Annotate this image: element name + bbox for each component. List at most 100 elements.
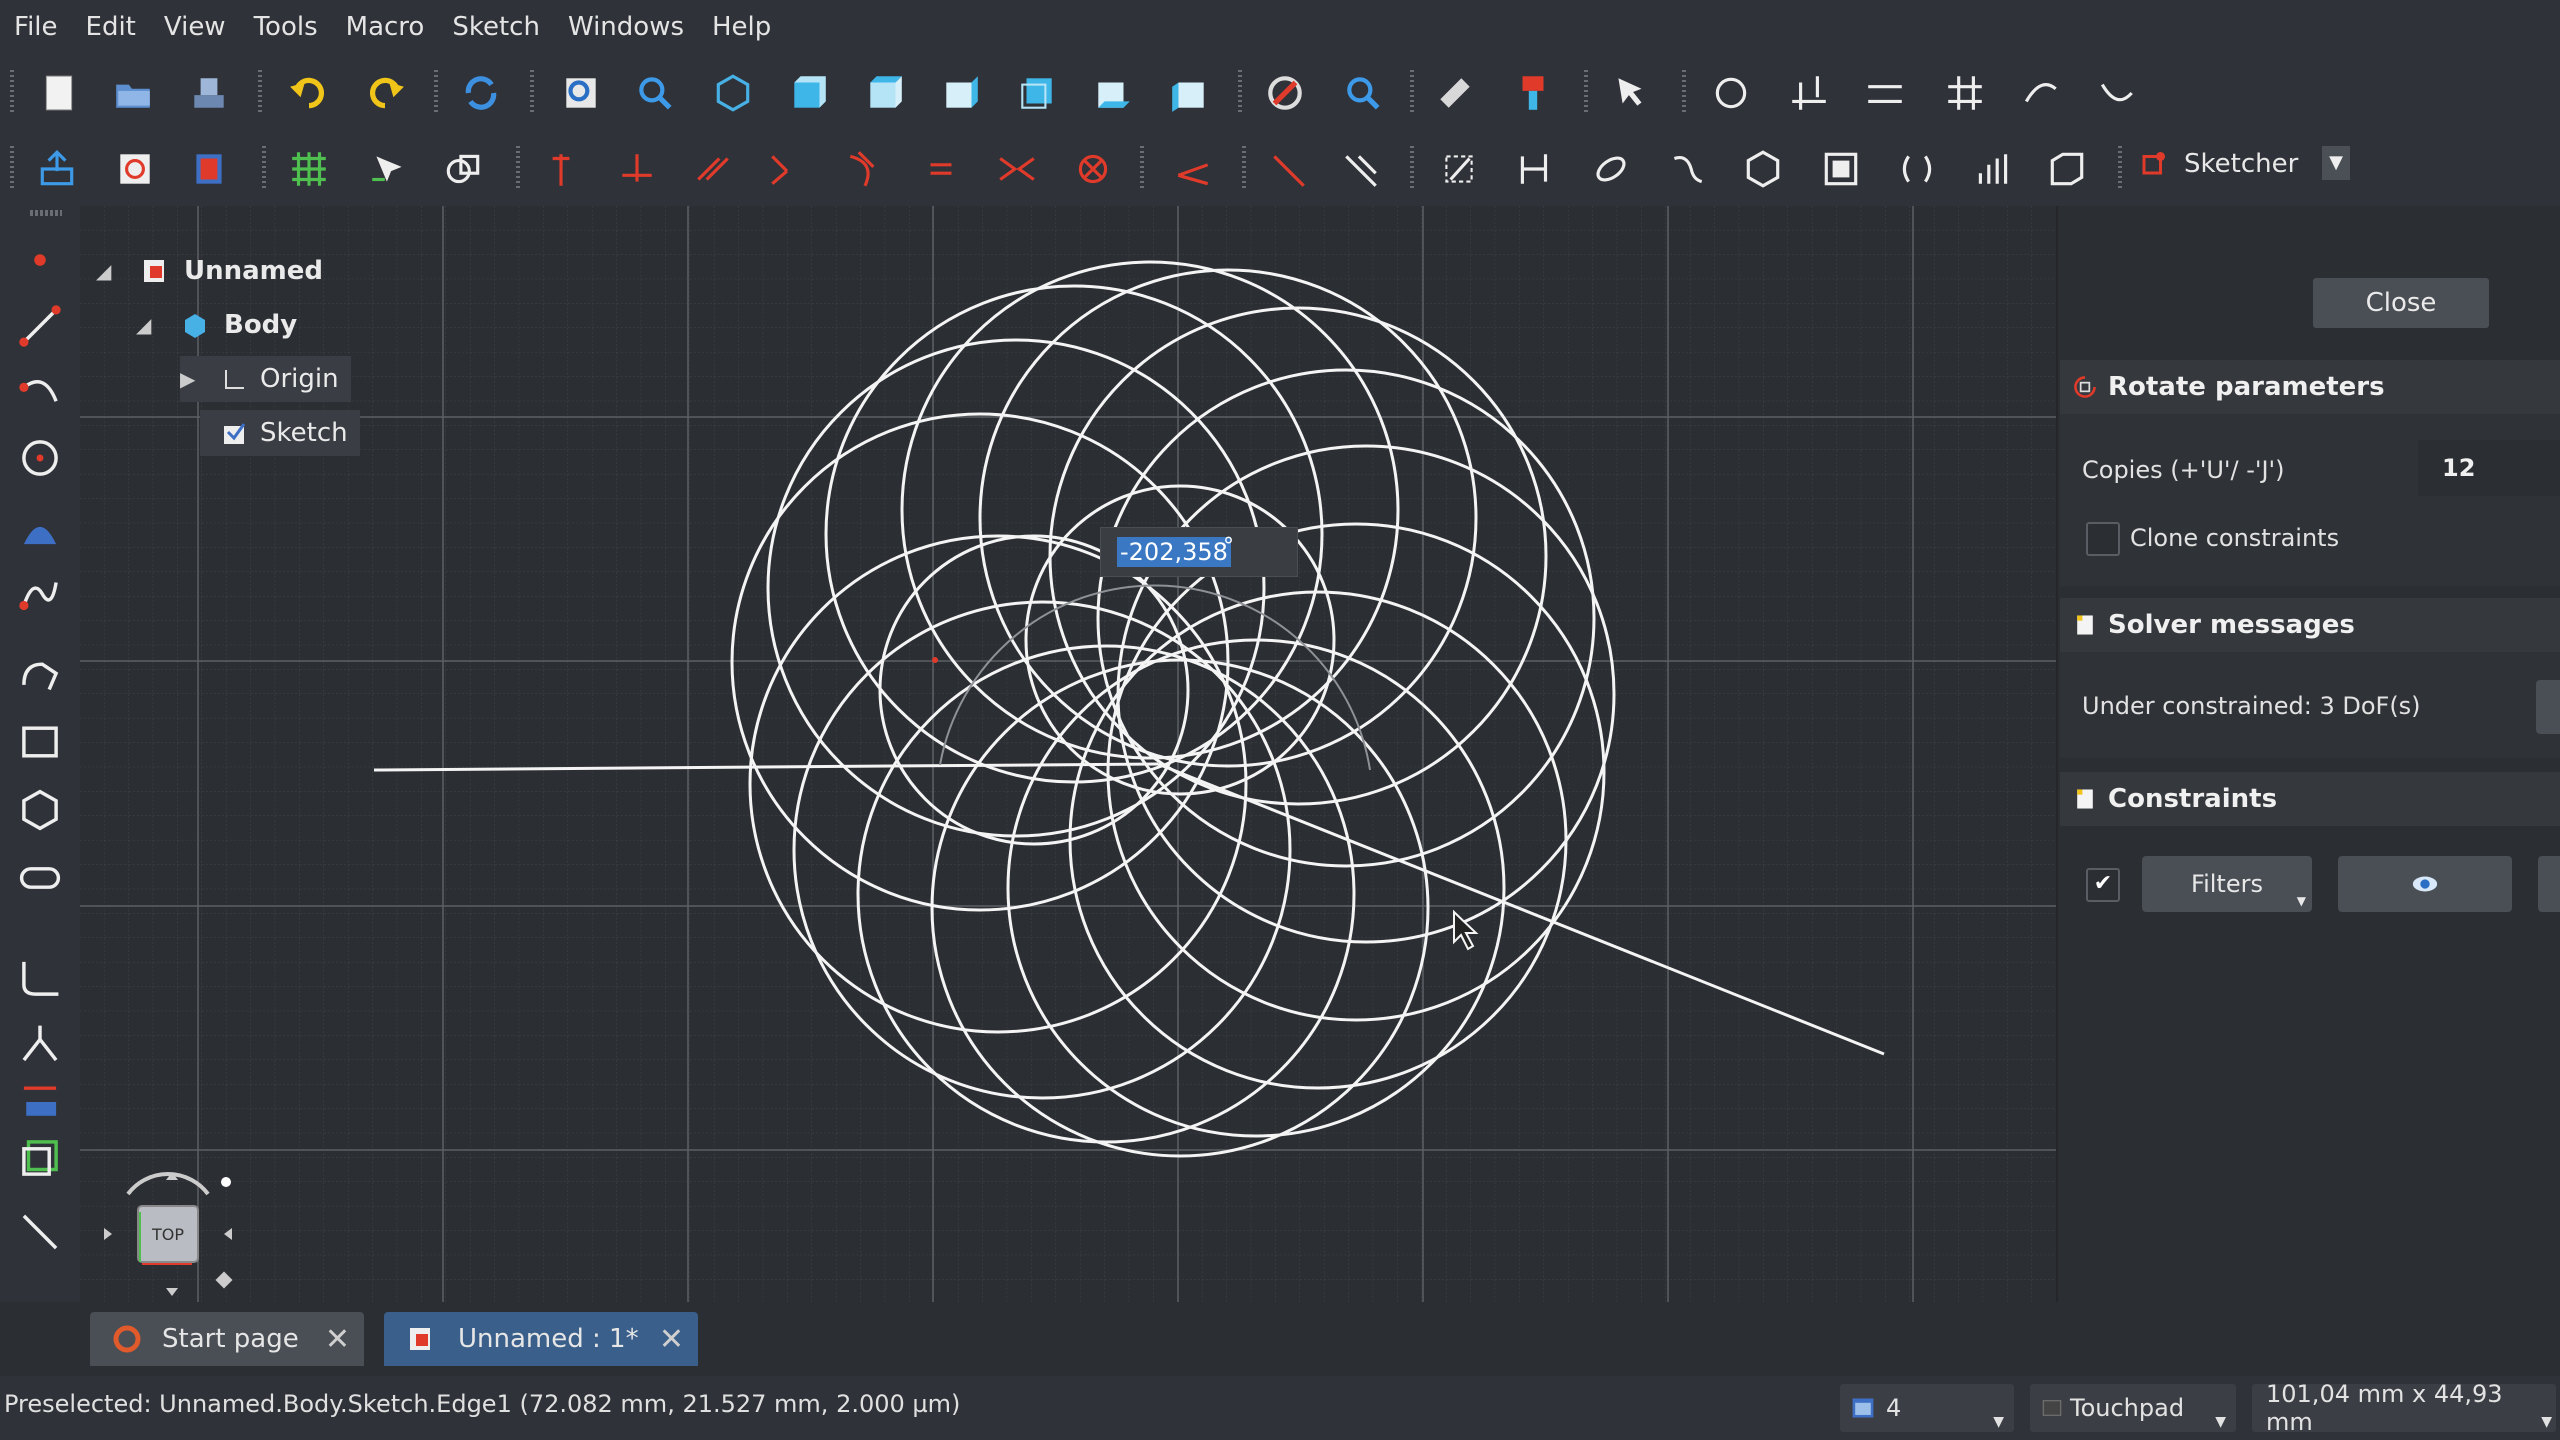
new-file-icon[interactable] [32,66,86,120]
tree-item-body[interactable]: ◢ Body [136,302,297,348]
constrain-angle-icon[interactable] [1166,142,1220,196]
polyline-icon[interactable] [14,652,66,704]
clone-icon[interactable] [1890,142,1944,196]
menu-sketch[interactable]: Sketch [438,0,554,54]
leave-sketch-icon[interactable] [30,142,84,196]
clone-constraints-checkbox[interactable] [2086,522,2120,556]
refresh-icon[interactable] [454,66,508,120]
constrain-radius-icon[interactable] [2014,66,2068,120]
toolbar-grip[interactable] [2118,146,2122,190]
toggle-driving-icon[interactable] [1334,142,1388,196]
toolbar-grip[interactable] [434,70,438,114]
bottom-view-icon[interactable] [1086,66,1140,120]
bounding-box-icon[interactable] [1336,66,1390,120]
copies-field[interactable]: 12 [2418,440,2560,496]
block-icon[interactable] [1066,142,1120,196]
view-section-icon[interactable] [182,142,236,196]
line-icon[interactable] [14,300,66,352]
collapse-arrow-icon[interactable]: ◢ [136,313,156,337]
solver-settings-button[interactable] [2536,680,2560,734]
dimension-display[interactable]: 101,04 mm x 44,93 mm ▼ [2252,1380,2556,1436]
close-icon[interactable]: ✕ [325,1322,350,1357]
toolbar-grip[interactable] [1238,70,1242,114]
toolbar-grip[interactable] [10,146,14,190]
part-icon[interactable] [1506,66,1560,120]
close-icon[interactable]: ✕ [659,1322,684,1357]
offset-icon[interactable] [1660,142,1714,196]
visibility-button[interactable] [2338,856,2512,912]
menu-help[interactable]: Help [698,0,785,54]
solver-messages-header[interactable]: Solver messages [2060,598,2560,652]
right-view-icon[interactable] [934,66,988,120]
menu-file[interactable]: File [0,0,72,54]
tangent-icon[interactable] [838,142,892,196]
redo-icon[interactable] [358,66,412,120]
rotate-icon[interactable] [1736,142,1790,196]
constrain-angle-icon[interactable] [2090,66,2144,120]
toolbar-grip[interactable] [1584,70,1588,114]
point-on-object-icon[interactable] [610,142,664,196]
toolbar-grip[interactable] [1242,146,1246,190]
toolbar-grip[interactable] [258,70,262,114]
views-selector[interactable]: 4 ▼ [1840,1384,2014,1432]
menu-view[interactable]: View [150,0,240,54]
horizontal-icon[interactable] [686,142,740,196]
construction-line-icon[interactable] [1262,142,1316,196]
menu-tools[interactable]: Tools [240,0,332,54]
tree-item-origin[interactable]: ▶ Origin [180,356,351,402]
rear-view-icon[interactable] [1010,66,1064,120]
bspline-icon[interactable] [14,568,66,620]
collapse-arrow-icon[interactable]: ◢ [96,259,116,283]
rectangle-icon[interactable] [14,716,66,768]
navigation-style-selector[interactable]: Touchpad ▼ [2030,1384,2236,1432]
slot-icon[interactable] [14,852,66,904]
top-view-icon[interactable] [858,66,912,120]
expand-arrow-icon[interactable]: ▶ [180,367,200,391]
select-constraints-icon[interactable] [1432,142,1486,196]
toolbar-grip[interactable] [1410,70,1414,114]
toolbar-grip[interactable] [1410,146,1414,190]
menu-edit[interactable]: Edit [72,0,150,54]
open-file-icon[interactable] [106,66,160,120]
constraints-header[interactable]: Constraints [2060,772,2560,826]
menu-windows[interactable]: Windows [554,0,698,54]
toolbar-grip[interactable] [1682,70,1686,114]
remove-axes-alignment-icon[interactable] [2040,142,2094,196]
coincident-icon[interactable] [534,142,588,196]
constrain-vertical-distance-icon[interactable] [1858,66,1912,120]
select-origin-icon[interactable] [1508,142,1562,196]
toolbar-grip[interactable] [262,146,266,190]
angle-input-value[interactable]: -202,358 [1117,537,1231,567]
filter-checkbox[interactable]: ✔ [2086,868,2120,902]
measure-icon[interactable] [1428,66,1482,120]
toggle-grid-icon[interactable] [282,142,336,196]
tab-start-page[interactable]: Start page ✕ [90,1312,364,1366]
toolbar-grip[interactable] [516,146,520,190]
constrain-distance-icon[interactable] [1938,66,1992,120]
menu-macro[interactable]: Macro [332,0,439,54]
equal-icon[interactable] [914,142,968,196]
rendering-order-icon[interactable] [436,142,490,196]
draw-style-icon[interactable] [1258,66,1312,120]
tab-unnamed[interactable]: Unnamed : 1* ✕ [384,1312,698,1366]
fit-selection-icon[interactable] [628,66,682,120]
workbench-selector[interactable]: Sketcher [2128,142,2346,186]
left-view-icon[interactable] [1162,66,1216,120]
undo-icon[interactable] [282,66,336,120]
rotate-parameters-header[interactable]: Rotate parameters [2060,360,2560,414]
filters-button[interactable]: Filters ▼ [2142,856,2312,912]
symmetric-icon[interactable] [990,142,1044,196]
toolbar-grip[interactable] [530,70,534,114]
scale-icon[interactable] [1814,142,1868,196]
fillet-icon[interactable] [14,952,66,1004]
fit-all-icon[interactable] [554,66,608,120]
symmetry-icon[interactable] [1584,142,1638,196]
more-options-button[interactable] [2538,856,2560,912]
toolbar-grip[interactable] [30,210,62,216]
isometric-view-icon[interactable] [706,66,760,120]
external-geometry-icon[interactable] [14,1076,66,1128]
tree-item-document[interactable]: ◢ Unnamed [96,248,323,294]
view-sketch-icon[interactable] [108,142,162,196]
tree-item-sketch[interactable]: Sketch [200,410,360,456]
constrain-block-icon[interactable] [1704,66,1758,120]
